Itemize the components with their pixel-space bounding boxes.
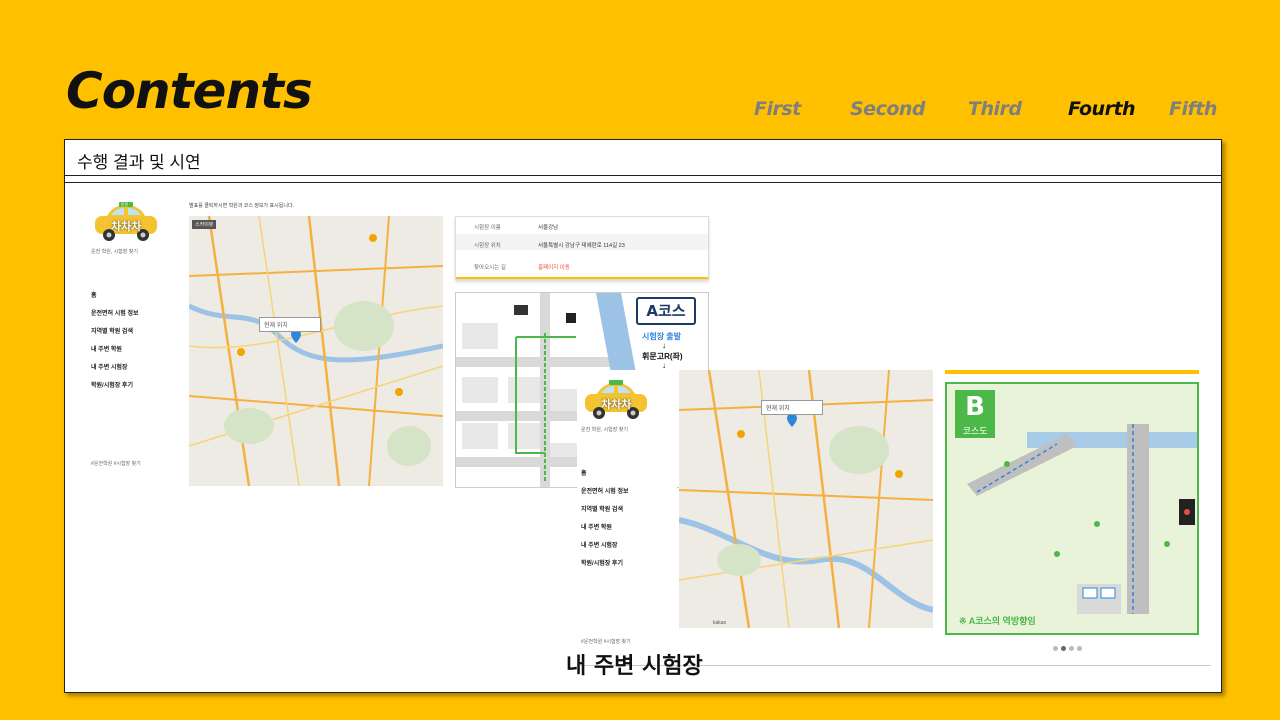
logo-text: 차차차 — [111, 220, 142, 233]
footer-tags: #운전학원 #시험장 찾기 — [91, 461, 141, 467]
skyview-button[interactable]: 스카이뷰 — [192, 220, 217, 229]
course-b-label: 코스도 — [955, 424, 995, 438]
map-credit: kakao — [713, 620, 727, 626]
footer-tags: #운전학원 #시험장 찾기 — [581, 639, 631, 645]
nav-second[interactable]: Second — [850, 98, 926, 120]
location-search-input[interactable]: 현재 위치 — [761, 400, 823, 415]
menu-reviews[interactable]: 학원/시험장 후기 — [91, 380, 133, 389]
slide-caption: 내 주변 시험장 — [566, 654, 703, 679]
menu-exam-info[interactable]: 운전면허 시험 정보 — [581, 486, 629, 495]
menu-region-search[interactable]: 지역별 학원 검색 — [581, 504, 623, 513]
nav-fourth[interactable]: Fourth — [1068, 98, 1136, 120]
map-view[interactable]: 현재 위치 kakao — [679, 370, 933, 628]
taxi-logo-icon: 차차차 운전 — [89, 202, 163, 244]
menu-nearby-test-site[interactable]: 내 주변 시험장 — [91, 362, 127, 371]
menu-home[interactable]: 홈 — [91, 290, 97, 299]
nav-fifth[interactable]: Fifth — [1169, 98, 1217, 120]
instruction-text: 별표를 클릭하시면 학원과 코스 정보가 표시됩니다. — [189, 203, 294, 209]
carousel-dot[interactable] — [1077, 646, 1082, 651]
menu-reviews[interactable]: 학원/시험장 후기 — [581, 558, 623, 567]
info-value-name: 서울강남 — [538, 225, 559, 231]
nav-first[interactable]: First — [754, 98, 801, 120]
carousel-dots[interactable] — [1053, 646, 1093, 654]
carousel-dot-active[interactable] — [1061, 646, 1066, 651]
down-arrow-icon: ↓ — [662, 341, 666, 350]
nav-third[interactable]: Third — [968, 98, 1022, 120]
menu-nearby-academy[interactable]: 내 주변 학원 — [581, 522, 612, 531]
course-b-letter: B — [955, 390, 995, 424]
test-site-info-card: 시험장 이름 서울강남 시험장 위치 서울특별시 강남구 테헤란로 114길 2… — [455, 216, 709, 280]
logo-badge: 운전 — [121, 202, 129, 207]
info-label-location: 시험장 위치 — [474, 243, 501, 249]
tagline: 운전 학원, 시험장 찾기 — [91, 249, 138, 255]
menu-region-search[interactable]: 지역별 학원 검색 — [91, 326, 133, 335]
slide-title: Contents — [66, 62, 313, 120]
tagline: 운전 학원, 시험장 찾기 — [581, 427, 628, 433]
carousel-dot[interactable] — [1053, 646, 1058, 651]
course-b-map: B 코스도 ※ A코스의 역방향임 — [945, 382, 1199, 635]
course-a-title: A코스 — [636, 297, 696, 325]
homepage-link[interactable]: 홈페이지 이동 — [538, 263, 570, 271]
info-label-name: 시험장 이름 — [474, 225, 501, 231]
panel-title: 수행 결과 및 시연 — [65, 140, 1221, 176]
menu-nearby-academy[interactable]: 내 주변 학원 — [91, 344, 122, 353]
front-screenshot: 차차차 운전 학원, 시험장 찾기 홈 운전면허 시험 정보 지역별 학원 검색… — [577, 370, 1211, 666]
info-label-directions: 찾아오시는 길 — [474, 265, 506, 271]
panel-divider — [65, 182, 1221, 183]
menu-home[interactable]: 홈 — [581, 468, 587, 477]
content-panel: 수행 결과 및 시연 차차차 운전 운전 학원, 시험장 찾기 홈 운전면허 시… — [64, 139, 1222, 693]
info-value-location: 서울특별시 강남구 테헤란로 114길 23 — [538, 243, 625, 249]
taxi-logo-icon: 차차차 — [579, 380, 653, 422]
menu-nearby-test-site[interactable]: 내 주변 시험장 — [581, 540, 617, 549]
map-view[interactable]: 스카이뷰 현재 위치 — [189, 216, 443, 486]
course-b-note: ※ A코스의 역방향임 — [959, 616, 1036, 626]
logo-text: 차차차 — [601, 398, 632, 411]
carousel-dot[interactable] — [1069, 646, 1074, 651]
menu-exam-info[interactable]: 운전면허 시험 정보 — [91, 308, 139, 317]
down-arrow-icon: ↓ — [662, 361, 666, 370]
location-search-input[interactable]: 현재 위치 — [259, 317, 321, 332]
